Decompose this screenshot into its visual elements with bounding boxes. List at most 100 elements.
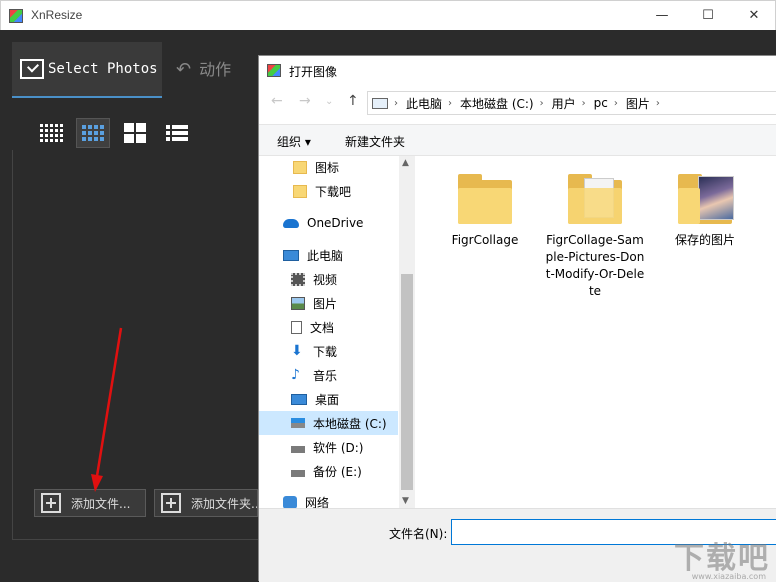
new-folder-button[interactable]: 新建文件夹 [345,133,405,150]
back-arrow-icon[interactable]: ← [271,93,283,109]
nav-item-label: 桌面 [315,392,340,407]
nav-item-music[interactable]: ♪ 音乐 [259,363,399,387]
breadcrumb-users[interactable]: 用户 [552,95,576,112]
dialog-title-bar: 打开图像 [259,56,776,86]
file-item-name: FigrCollage-Sample-Pictures-Dont-Modify-… [545,233,645,298]
nav-item-desktop[interactable]: 桌面 [259,387,399,411]
small-grid-view-button[interactable] [34,118,68,148]
desktop-icon [291,393,307,405]
undo-arrow-icon: ↶ [176,59,192,80]
list-icon [166,125,188,141]
folder-icon [458,174,512,224]
nav-item-onedrive[interactable]: OneDrive [259,211,399,235]
address-bar[interactable]: › 此电脑 › 本地磁盘 (C:) › 用户 › pc › 图片 › [367,91,776,115]
xnresize-logo-icon [9,9,23,23]
add-folder-label: 添加文件夹... [191,496,258,511]
maximize-button[interactable]: ☐ [685,1,731,31]
folder-with-document-icon [568,174,622,224]
nav-item-local-disk-c[interactable]: 本地磁盘 (C:) [259,411,398,435]
folder-icon [293,160,307,174]
tab-actions[interactable]: ↶ 动作 [176,56,231,80]
recent-chevron-icon[interactable]: ⌄ [325,96,333,107]
drive-c-icon [291,418,305,428]
medium-grid-view-button[interactable] [76,118,110,148]
tab-select-photos-label: Select Photos [48,61,158,77]
small-grid-icon [39,124,63,142]
folder-icon [293,184,307,198]
xnresize-window: XnResize — ☐ ✕ Select Photos ↶ 动作 添加文件..… [0,0,776,582]
pictures-icon [291,296,305,310]
dialog-title: 打开图像 [289,65,338,79]
tab-actions-label: 动作 [199,60,232,79]
nav-item-icons[interactable]: 图标 [259,155,399,179]
navigation-bar: ← → ⌄ ↑ › 此电脑 › 本地磁盘 (C:) › 用户 › pc › 图片… [259,89,776,117]
watermark-logo: 下载吧 [674,541,770,576]
nav-pane-scroll-thumb[interactable] [401,274,413,490]
medium-grid-icon [82,125,104,141]
nav-item-label: 视频 [313,272,338,287]
file-list-pane: FigrCollage FigrCollage-Sample-Pictures-… [415,156,776,508]
nav-item-pictures[interactable]: 图片 [259,291,399,315]
video-icon [291,272,305,286]
breadcrumb-this-pc[interactable]: 此电脑 [406,95,442,112]
nav-item-documents[interactable]: 文档 [259,315,399,339]
network-icon [283,495,297,509]
chevron-right-icon: › [394,97,398,109]
file-item-figrcollage[interactable]: FigrCollage [435,174,535,249]
cloud-icon [283,218,299,228]
nav-item-drive-d[interactable]: 软件 (D:) [259,435,399,459]
watermark-url: www.xiazaiba.com [691,572,766,581]
xnresize-logo-icon [267,64,281,77]
nav-item-label: 此电脑 [307,248,344,263]
filename-label: 文件名(N): [389,527,448,541]
nav-item-drive-e[interactable]: 备份 (E:) [259,459,399,483]
add-files-label: 添加文件... [71,496,131,511]
nav-item-label: 软件 (D:) [313,440,364,455]
breadcrumb-pictures[interactable]: 图片 [626,95,650,112]
nav-item-videos[interactable]: 视频 [259,267,399,291]
scroll-up-arrow-icon[interactable]: ▲ [402,158,409,168]
chevron-right-icon: › [613,97,618,109]
breadcrumb-pc[interactable]: pc [594,96,608,110]
nav-item-label: 备份 (E:) [313,464,362,479]
scroll-down-arrow-icon[interactable]: ▼ [402,496,409,506]
music-icon: ♪ [291,366,300,383]
large-grid-view-button[interactable] [118,118,152,148]
drive-icon [291,469,305,477]
file-item-figrcollage-sample[interactable]: FigrCollage-Sample-Pictures-Dont-Modify-… [545,174,645,300]
file-item-saved-pictures[interactable]: 保存的图片 [655,174,755,249]
add-folder-button[interactable]: 添加文件夹... [154,489,258,517]
computer-icon [283,249,299,261]
nav-item-label: 文档 [310,320,335,335]
nav-item-xiazaiba[interactable]: 下载吧 [259,179,399,203]
close-button[interactable]: ✕ [731,1,776,31]
nav-item-this-pc[interactable]: 此电脑 [259,243,399,267]
up-arrow-icon[interactable]: ↑ [347,93,359,109]
nav-item-downloads[interactable]: ⬇ 下载 [259,339,399,363]
nav-item-label: 本地磁盘 (C:) [313,416,387,431]
window-title: XnResize [31,8,83,22]
minimize-button[interactable]: — [639,1,685,31]
chevron-right-icon: › [581,97,586,109]
command-bar: 组织 ▾ 新建文件夹 [259,124,776,156]
nav-item-label: 音乐 [313,368,338,383]
add-files-button[interactable]: 添加文件... [34,489,146,517]
download-icon: ⬇ [291,342,303,359]
folder-with-photo-icon [678,174,734,224]
large-grid-icon [124,123,146,143]
plus-icon [161,493,181,513]
chevron-right-icon: › [539,97,544,109]
plus-icon [41,493,61,513]
breadcrumb-local-disk[interactable]: 本地磁盘 (C:) [460,95,534,112]
list-view-button[interactable] [160,118,194,148]
title-bar: XnResize — ☐ ✕ [0,0,776,30]
forward-arrow-icon[interactable]: → [299,93,311,109]
nav-item-label: 图标 [315,160,340,175]
tab-select-photos[interactable]: Select Photos [12,42,162,98]
organize-menu[interactable]: 组织 ▾ [277,133,311,150]
document-icon [291,320,302,334]
select-photos-icon [20,59,44,79]
file-item-name: 保存的图片 [674,233,735,247]
chevron-right-icon: › [655,97,660,109]
nav-item-label: 下载吧 [315,184,352,199]
